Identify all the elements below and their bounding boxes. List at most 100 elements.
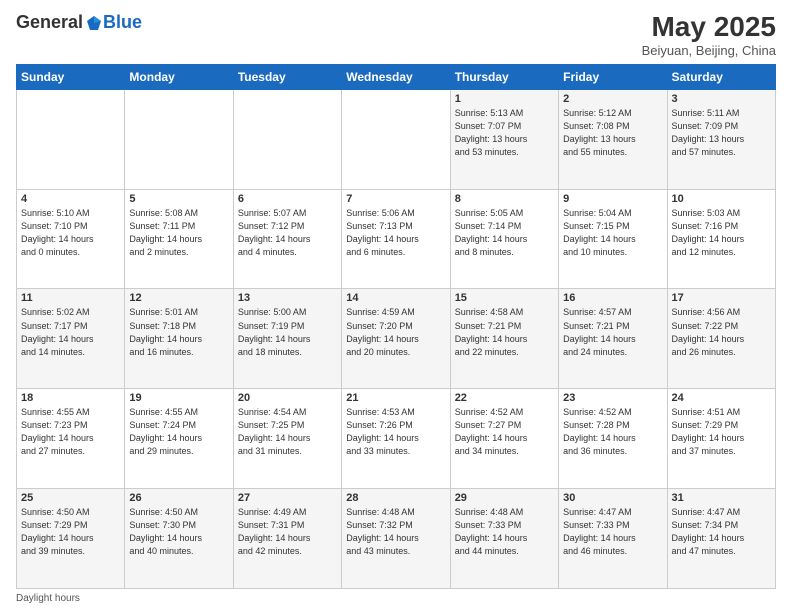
table-row: 24 Sunrise: 4:51 AM Sunset: 7:29 PM Dayli… <box>667 389 775 489</box>
day-info: Sunrise: 4:54 AM Sunset: 7:25 PM Dayligh… <box>238 406 337 458</box>
table-row: 29Sunrise: 4:48 AM Sunset: 7:33 PM Dayli… <box>450 489 558 589</box>
table-row: 3Sunrise: 5:11 AM Sunset: 7:09 PM Daylig… <box>667 89 775 189</box>
day-number: 13 <box>238 292 337 304</box>
day-info: Sunrise: 4:55 AM Sunset: 7:24 PM Dayligh… <box>129 406 228 458</box>
day-number: 21 <box>346 392 445 404</box>
day-number: 8 <box>455 193 554 205</box>
table-row: 10Sunrise: 5:03 AM Sunset: 7:16 PM Dayli… <box>667 189 775 289</box>
month-title: May 2025 <box>642 12 776 43</box>
table-row <box>17 89 125 189</box>
daylight-label: Daylight hours <box>16 593 80 604</box>
header-right: May 2025 Beiyuan, Beijing, China <box>642 12 776 58</box>
day-info: Sunrise: 4:56 AM Sunset: 7:22 PM Dayligh… <box>672 306 771 358</box>
day-info: Sunrise: 4:57 AM Sunset: 7:21 PM Dayligh… <box>563 306 662 358</box>
table-row: 17 Sunrise: 4:56 AM Sunset: 7:22 PM Dayli… <box>667 289 775 389</box>
table-row: 31Sunrise: 4:47 AM Sunset: 7:34 PM Dayli… <box>667 489 775 589</box>
day-info: Sunrise: 5:06 AM Sunset: 7:13 PM Dayligh… <box>346 207 445 259</box>
logo-flag-icon <box>85 14 103 32</box>
day-number: 4 <box>21 193 120 205</box>
day-info: Sunrise: 5:01 AM Sunset: 7:18 PM Dayligh… <box>129 306 228 358</box>
day-number: 1 <box>455 93 554 105</box>
day-number: 15 <box>455 292 554 304</box>
calendar-table: Sunday Monday Tuesday Wednesday Thursday… <box>16 64 776 589</box>
day-number: 24 <box>672 392 771 404</box>
col-saturday: Saturday <box>667 64 775 89</box>
day-number: 28 <box>346 492 445 504</box>
day-number: 17 <box>672 292 771 304</box>
day-number: 14 <box>346 292 445 304</box>
day-info: Sunrise: 4:47 AM Sunset: 7:34 PM Dayligh… <box>672 506 771 558</box>
day-number: 11 <box>21 292 120 304</box>
table-row: 12 Sunrise: 5:01 AM Sunset: 7:18 PM Dayli… <box>125 289 233 389</box>
day-info: Sunrise: 4:49 AM Sunset: 7:31 PM Dayligh… <box>238 506 337 558</box>
day-number: 7 <box>346 193 445 205</box>
day-info: Sunrise: 5:03 AM Sunset: 7:16 PM Dayligh… <box>672 207 771 259</box>
calendar-week-row: 4 Sunrise: 5:10 AM Sunset: 7:10 PM Daylig… <box>17 189 776 289</box>
col-monday: Monday <box>125 64 233 89</box>
table-row: 11Sunrise: 5:02 AM Sunset: 7:17 PM Dayli… <box>17 289 125 389</box>
day-info: Sunrise: 4:47 AM Sunset: 7:33 PM Dayligh… <box>563 506 662 558</box>
day-info: Sunrise: 4:53 AM Sunset: 7:26 PM Dayligh… <box>346 406 445 458</box>
table-row: 4 Sunrise: 5:10 AM Sunset: 7:10 PM Daylig… <box>17 189 125 289</box>
table-row: 2Sunrise: 5:12 AM Sunset: 7:08 PM Daylig… <box>559 89 667 189</box>
day-info: Sunrise: 5:08 AM Sunset: 7:11 PM Dayligh… <box>129 207 228 259</box>
page: General Blue May 2025 Beiyuan, Beijing, … <box>0 0 792 612</box>
col-friday: Friday <box>559 64 667 89</box>
table-row: 6 Sunrise: 5:07 AM Sunset: 7:12 PM Daylig… <box>233 189 341 289</box>
day-number: 20 <box>238 392 337 404</box>
table-row: 1 Sunrise: 5:13 AM Sunset: 7:07 PM Daylig… <box>450 89 558 189</box>
day-number: 9 <box>563 193 662 205</box>
calendar-week-row: 25 Sunrise: 4:50 AM Sunset: 7:29 PM Dayli… <box>17 489 776 589</box>
day-info: Sunrise: 4:48 AM Sunset: 7:33 PM Dayligh… <box>455 506 554 558</box>
calendar-week-row: 18 Sunrise: 4:55 AM Sunset: 7:23 PM Dayli… <box>17 389 776 489</box>
day-info: Sunrise: 4:48 AM Sunset: 7:32 PM Dayligh… <box>346 506 445 558</box>
table-row: 15Sunrise: 4:58 AM Sunset: 7:21 PM Dayli… <box>450 289 558 389</box>
header: General Blue May 2025 Beiyuan, Beijing, … <box>16 12 776 58</box>
day-info: Sunrise: 5:10 AM Sunset: 7:10 PM Dayligh… <box>21 207 120 259</box>
day-info: Sunrise: 4:50 AM Sunset: 7:29 PM Dayligh… <box>21 506 120 558</box>
day-info: Sunrise: 4:51 AM Sunset: 7:29 PM Dayligh… <box>672 406 771 458</box>
day-number: 5 <box>129 193 228 205</box>
logo: General Blue <box>16 12 142 33</box>
day-info: Sunrise: 5:05 AM Sunset: 7:14 PM Dayligh… <box>455 207 554 259</box>
table-row: 20 Sunrise: 4:54 AM Sunset: 7:25 PM Dayli… <box>233 389 341 489</box>
table-row: 27 Sunrise: 4:49 AM Sunset: 7:31 PM Dayli… <box>233 489 341 589</box>
table-row: 14Sunrise: 4:59 AM Sunset: 7:20 PM Dayli… <box>342 289 450 389</box>
day-info: Sunrise: 5:12 AM Sunset: 7:08 PM Dayligh… <box>563 107 662 159</box>
day-info: Sunrise: 5:04 AM Sunset: 7:15 PM Dayligh… <box>563 207 662 259</box>
day-number: 12 <box>129 292 228 304</box>
table-row: 7 Sunrise: 5:06 AM Sunset: 7:13 PM Daylig… <box>342 189 450 289</box>
location: Beiyuan, Beijing, China <box>642 43 776 58</box>
table-row <box>233 89 341 189</box>
day-info: Sunrise: 5:00 AM Sunset: 7:19 PM Dayligh… <box>238 306 337 358</box>
logo-general-text: General <box>16 12 83 33</box>
table-row: 9 Sunrise: 5:04 AM Sunset: 7:15 PM Daylig… <box>559 189 667 289</box>
calendar-week-row: 11Sunrise: 5:02 AM Sunset: 7:17 PM Dayli… <box>17 289 776 389</box>
table-row: 19Sunrise: 4:55 AM Sunset: 7:24 PM Dayli… <box>125 389 233 489</box>
day-number: 3 <box>672 93 771 105</box>
day-number: 26 <box>129 492 228 504</box>
day-info: Sunrise: 4:52 AM Sunset: 7:27 PM Dayligh… <box>455 406 554 458</box>
day-number: 27 <box>238 492 337 504</box>
table-row <box>125 89 233 189</box>
day-info: Sunrise: 4:52 AM Sunset: 7:28 PM Dayligh… <box>563 406 662 458</box>
table-row: 26Sunrise: 4:50 AM Sunset: 7:30 PM Dayli… <box>125 489 233 589</box>
calendar-week-row: 1 Sunrise: 5:13 AM Sunset: 7:07 PM Daylig… <box>17 89 776 189</box>
day-number: 16 <box>563 292 662 304</box>
table-row: 18 Sunrise: 4:55 AM Sunset: 7:23 PM Dayli… <box>17 389 125 489</box>
day-number: 18 <box>21 392 120 404</box>
day-info: Sunrise: 5:07 AM Sunset: 7:12 PM Dayligh… <box>238 207 337 259</box>
col-thursday: Thursday <box>450 64 558 89</box>
table-row: 23 Sunrise: 4:52 AM Sunset: 7:28 PM Dayli… <box>559 389 667 489</box>
day-number: 23 <box>563 392 662 404</box>
table-row: 28 Sunrise: 4:48 AM Sunset: 7:32 PM Dayli… <box>342 489 450 589</box>
table-row: 5 Sunrise: 5:08 AM Sunset: 7:11 PM Daylig… <box>125 189 233 289</box>
day-number: 6 <box>238 193 337 205</box>
day-number: 25 <box>21 492 120 504</box>
day-info: Sunrise: 5:13 AM Sunset: 7:07 PM Dayligh… <box>455 107 554 159</box>
table-row: 21 Sunrise: 4:53 AM Sunset: 7:26 PM Dayli… <box>342 389 450 489</box>
col-sunday: Sunday <box>17 64 125 89</box>
day-info: Sunrise: 4:55 AM Sunset: 7:23 PM Dayligh… <box>21 406 120 458</box>
table-row: 25 Sunrise: 4:50 AM Sunset: 7:29 PM Dayli… <box>17 489 125 589</box>
table-row: 8 Sunrise: 5:05 AM Sunset: 7:14 PM Daylig… <box>450 189 558 289</box>
